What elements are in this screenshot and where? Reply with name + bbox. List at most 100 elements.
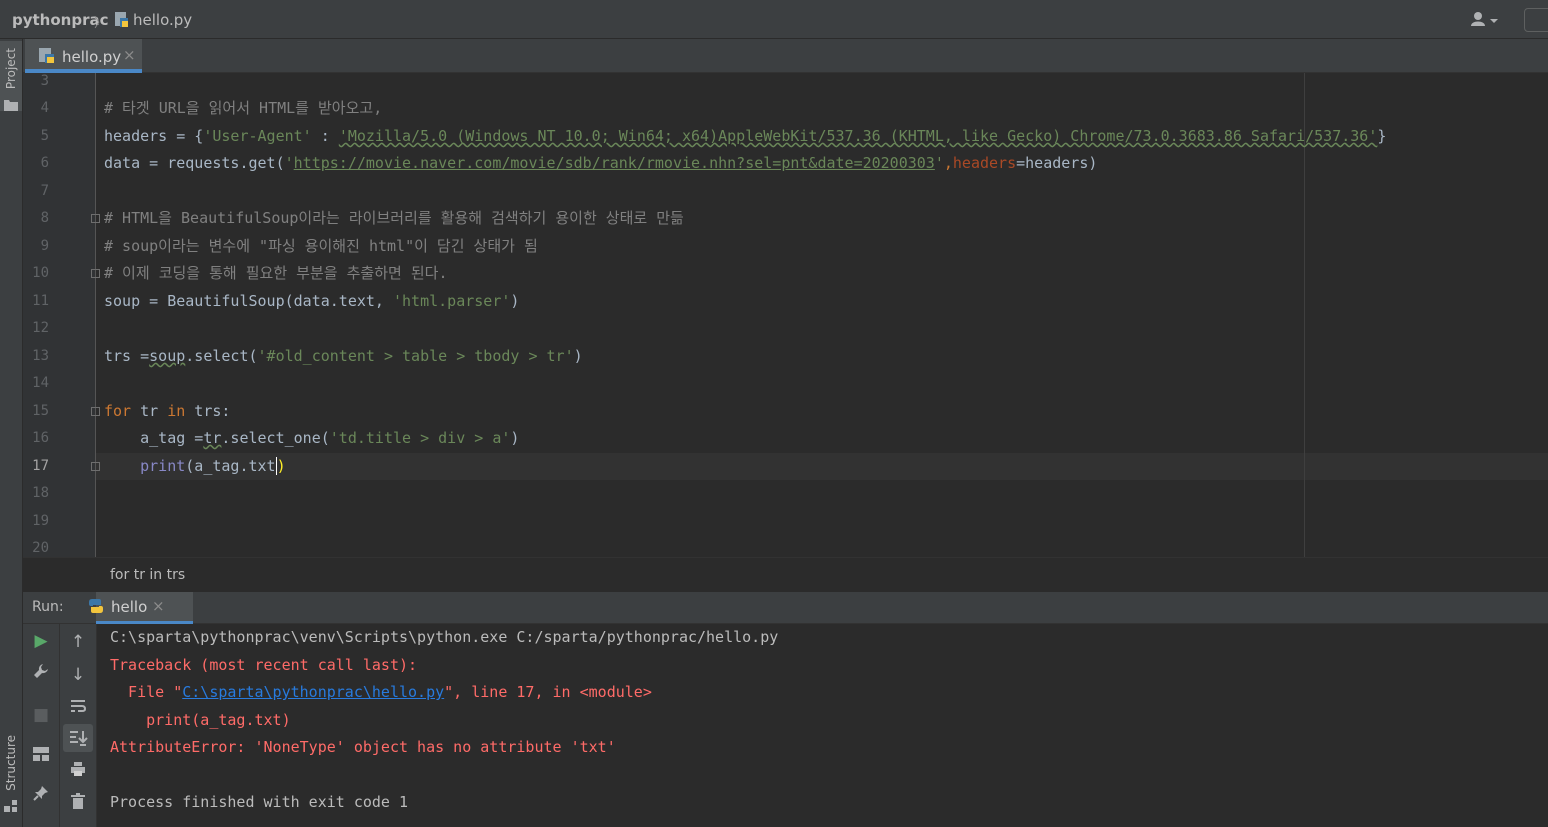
tab-hello-py[interactable]: hello.py × <box>25 39 142 73</box>
toolbar-button[interactable] <box>1524 8 1548 32</box>
print-icon[interactable] <box>60 758 96 786</box>
code-token: tr <box>131 402 168 420</box>
code-string: 'Mozilla/5.0 (Windows NT 10.0; Win64; x6… <box>338 127 1378 145</box>
code-url-string[interactable]: https://movie.naver.com/movie/sdb/rank/r… <box>294 154 935 172</box>
run-console-output[interactable]: C:\sparta\pythonprac\venv\Scripts\python… <box>97 624 1548 827</box>
console-command-line: C:\sparta\pythonprac\venv\Scripts\python… <box>110 628 779 646</box>
code-builtin: print <box>140 457 186 475</box>
line-number: 19 <box>32 513 49 529</box>
folder-icon <box>4 96 18 115</box>
breadcrumb-file[interactable]: hello.py <box>133 11 192 29</box>
editor-tab-bar: hello.py × <box>23 39 1548 73</box>
line-number: 14 <box>32 375 49 391</box>
code-string: ' <box>284 154 294 172</box>
line-number: 18 <box>32 485 49 501</box>
line-number: 12 <box>32 320 49 336</box>
line-number: 6 <box>40 155 49 171</box>
code-string: '#old_content > table > tbody > tr' <box>257 347 574 365</box>
console-text: File " <box>110 683 183 701</box>
fold-marker[interactable] <box>91 269 100 278</box>
code-token: soup <box>149 347 186 365</box>
console-file-link[interactable]: C:\sparta\pythonprac\hello.py <box>182 683 444 701</box>
code-keyword: in <box>167 402 186 420</box>
fold-marker[interactable] <box>91 214 100 223</box>
code-token: headers = { <box>104 127 204 145</box>
code-token: : <box>311 127 339 145</box>
console-exit-message: Process finished with exit code 1 <box>110 793 409 811</box>
breadcrumb-separator: 〉 <box>94 16 108 31</box>
line-number: 17 <box>32 458 49 474</box>
code-token: .select_one( <box>221 429 330 447</box>
console-traceback-code: print(a_tag.txt) <box>110 711 291 729</box>
text-cursor: ) <box>275 457 286 475</box>
code-string: 'html.parser' <box>392 292 511 310</box>
line-number: 10 <box>32 265 49 281</box>
code-keyword-arg: headers <box>952 154 1017 172</box>
code-token: trs: <box>185 402 231 420</box>
user-icon[interactable] <box>1470 11 1502 29</box>
line-number: 3 <box>40 73 49 89</box>
code-line-13: trs =soup.select('#old_content > table >… <box>104 343 583 370</box>
python-run-icon <box>88 598 104 618</box>
fold-marker[interactable] <box>91 462 100 471</box>
line-number: 15 <box>32 403 49 419</box>
run-tab-hello[interactable]: hello × <box>89 592 193 624</box>
structure-tool-label[interactable]: Structure <box>4 735 18 791</box>
pin-icon[interactable] <box>23 782 59 810</box>
code-token: .select( <box>185 347 258 365</box>
code-line-10: # 이제 코딩을 통해 필요한 부분을 추출하면 된다. <box>104 264 448 282</box>
rerun-icon[interactable]: ▶ <box>23 627 59 655</box>
code-line-17: print(a_tag.txt) <box>104 453 286 480</box>
code-keyword: for <box>104 402 132 420</box>
editor-breadcrumb-bar: for tr in trs <box>23 557 1548 592</box>
console-text: ", line 17, in <module> <box>444 683 652 701</box>
close-icon[interactable]: × <box>152 597 165 615</box>
code-token: ) <box>573 347 583 365</box>
navigation-bar: pythonprac 〉 hello.py <box>0 0 1548 39</box>
console-error-message: AttributeError: 'NoneType' object has no… <box>110 738 616 756</box>
code-token: } <box>1377 127 1387 145</box>
code-string: 'User-Agent' <box>203 127 312 145</box>
run-toolbar-secondary: ↑ ↓ <box>60 624 97 827</box>
code-line-5: headers = {'User-Agent' : 'Mozilla/5.0 (… <box>104 123 1386 150</box>
console-traceback-file: File "C:\sparta\pythonprac\hello.py", li… <box>110 679 652 706</box>
code-line-8: # HTML을 BeautifulSoup이라는 라이브러리를 활용해 검색하기… <box>104 209 684 227</box>
trash-icon[interactable] <box>60 790 96 818</box>
editor-breadcrumb[interactable]: for tr in trs <box>110 567 185 583</box>
code-line-9: # soup이라는 변수에 "파싱 용이해진 html"이 담긴 상태가 됨 <box>104 237 538 255</box>
code-line-4: # 타겟 URL을 읽어서 HTML를 받아오고, <box>104 99 383 117</box>
layout-icon[interactable] <box>23 742 59 770</box>
code-token: (a_tag.txt <box>185 457 276 475</box>
soft-wrap-icon[interactable] <box>60 694 96 722</box>
wrench-icon[interactable] <box>23 660 59 688</box>
code-token: trs = <box>104 347 150 365</box>
code-line-11: soup = BeautifulSoup(data.text, 'html.pa… <box>104 288 519 315</box>
code-string: 'td.title > div > a' <box>329 429 511 447</box>
code-token: a_tag = <box>104 429 204 447</box>
line-number: 7 <box>40 183 49 199</box>
code-token: soup = BeautifulSoup(data.text, <box>104 292 393 310</box>
console-traceback-header: Traceback (most recent call last): <box>110 656 418 674</box>
project-tool-label: Project <box>4 48 18 90</box>
tab-label: hello.py <box>62 48 122 66</box>
python-file-icon <box>115 12 129 28</box>
code-token: ) <box>510 292 520 310</box>
stop-icon[interactable]: ■ <box>23 701 59 729</box>
line-number: 9 <box>40 238 49 254</box>
left-tool-strip: Project Structure <box>0 39 23 827</box>
current-line-highlight <box>96 453 1548 480</box>
code-token: ) <box>510 429 520 447</box>
arrow-down-icon[interactable]: ↓ <box>60 661 96 689</box>
code-token: data = requests.get( <box>104 154 285 172</box>
close-icon[interactable]: × <box>123 46 136 64</box>
scroll-to-end-icon[interactable] <box>63 724 93 752</box>
code-editor[interactable]: 3 4 5 6 7 8 9 10 11 12 13 14 15 16 17 18… <box>23 73 1548 557</box>
arrow-up-icon[interactable]: ↑ <box>60 628 96 656</box>
code-token: , <box>943 154 953 172</box>
code-line-16: a_tag =tr.select_one('td.title > div > a… <box>104 425 519 452</box>
code-line-15: for tr in trs: <box>104 398 230 425</box>
project-tool-button[interactable]: Project <box>0 41 22 111</box>
line-number: 13 <box>32 348 49 364</box>
fold-marker[interactable] <box>91 407 100 416</box>
